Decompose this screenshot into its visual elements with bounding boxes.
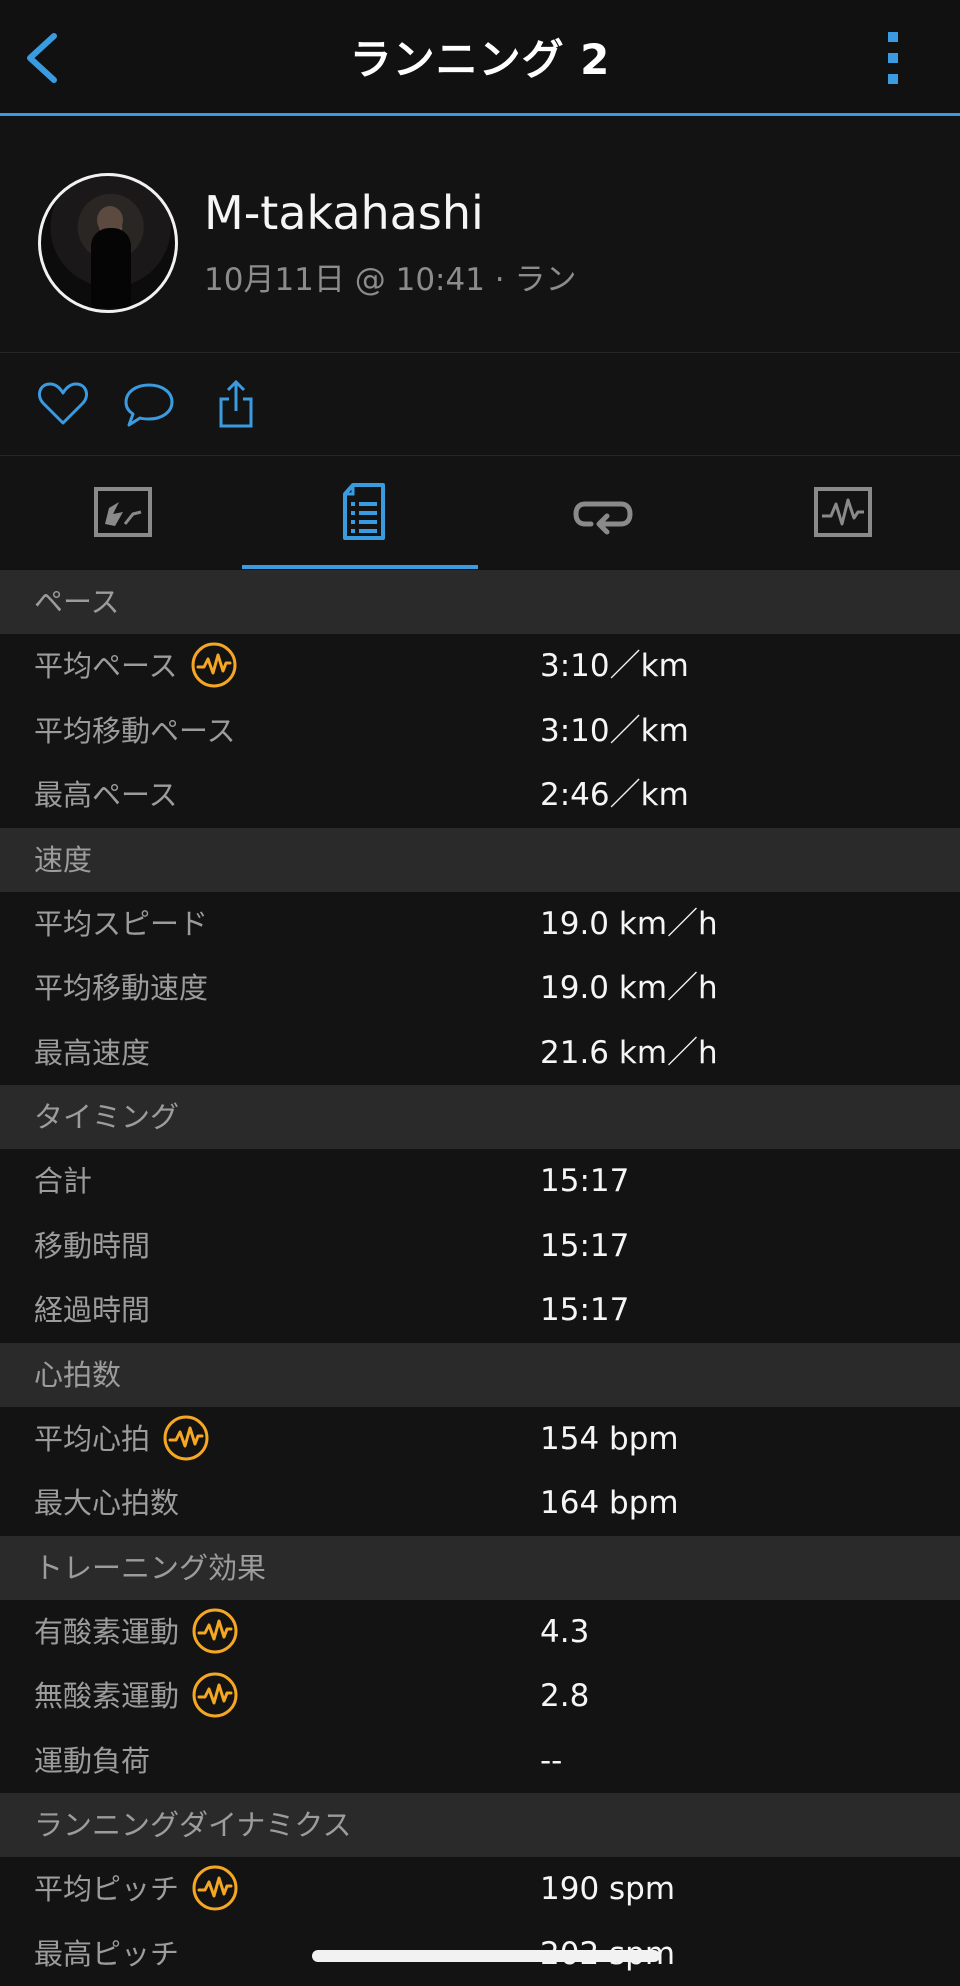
stat-value: 2:46／km [540, 763, 689, 827]
top-bar: ランニング 2 [0, 0, 960, 116]
stats-list[interactable]: ペース平均ペース 3:10／km 平均移動ペース 3:10／km 最高ペース 2:46／k… [0, 570, 960, 1986]
stat-label-text: 平均ピッチ [34, 1872, 179, 1906]
heart-icon [36, 379, 90, 429]
stat-label: 運動負荷 [34, 1729, 150, 1793]
stat-value: 15:17 [540, 1278, 629, 1342]
stat-label-text: 最高ペース [34, 778, 178, 812]
stat-label: 平均心拍 [34, 1407, 210, 1471]
stat-label-text: 平均移動速度 [34, 971, 208, 1005]
stat-label-text: 無酸素運動 [34, 1679, 179, 1713]
stat-value: 15:17 [540, 1149, 629, 1213]
section-header: ペース [0, 570, 960, 634]
user-name[interactable]: M-takahashi [204, 186, 484, 240]
stat-row: 無酸素運動 2.8 [0, 1664, 960, 1729]
stat-value: 19.0 km／h [540, 956, 718, 1020]
stat-row: 平均心拍 154 bpm [0, 1407, 960, 1472]
stat-label: 平均ペース [34, 634, 238, 698]
stat-row: 運動負荷 -- [0, 1729, 960, 1794]
stats-document-icon [337, 482, 397, 542]
stat-label-text: 最高速度 [34, 1036, 150, 1070]
stat-label: 有酸素運動 [34, 1600, 239, 1664]
section-header: トレーニング効果 [0, 1536, 960, 1600]
more-options-button[interactable] [874, 28, 914, 88]
stat-label-text: 平均ペース [34, 649, 178, 683]
heart-rate-badge-icon [190, 641, 238, 689]
section-header: タイミング [0, 1085, 960, 1149]
comment-icon [122, 379, 176, 429]
laps-icon [573, 484, 633, 540]
page-title: ランニング 2 [0, 26, 960, 87]
activity-profile: M-takahashi 10月11日 @ 10:41 · ラン [0, 116, 960, 353]
stat-value: 2.8 [540, 1664, 589, 1728]
stat-label: 平均移動ペース [34, 699, 236, 763]
stat-label: 平均移動速度 [34, 956, 208, 1020]
stat-row: 平均移動速度 19.0 km／h [0, 956, 960, 1021]
stat-label-text: 運動負荷 [34, 1744, 150, 1778]
stat-value: 164 bpm [540, 1471, 679, 1535]
stat-row: 最高速度 21.6 km／h [0, 1021, 960, 1086]
stat-label: 平均スピード [34, 892, 208, 956]
stat-row: 移動時間 15:17 [0, 1214, 960, 1279]
stat-value: 19.0 km／h [540, 892, 718, 956]
stat-label-text: 経過時間 [34, 1293, 150, 1327]
tab-map[interactable] [0, 456, 240, 569]
section-header: 心拍数 [0, 1343, 960, 1407]
share-button[interactable] [210, 379, 264, 429]
stat-label-text: 合計 [34, 1164, 92, 1198]
share-icon [210, 379, 264, 429]
stat-row: 平均ピッチ 190 spm [0, 1857, 960, 1922]
stat-label: 最高ピッチ [34, 1922, 179, 1986]
stat-value: 4.3 [540, 1600, 589, 1664]
stat-value: 15:17 [540, 1214, 629, 1278]
stat-label-text: 平均スピード [34, 907, 208, 941]
vertical-dots-icon [874, 28, 914, 88]
stat-row: 平均移動ペース 3:10／km [0, 699, 960, 764]
stat-label-text: 最高ピッチ [34, 1937, 179, 1971]
stat-label: 移動時間 [34, 1214, 150, 1278]
stat-row: 最大心拍数 164 bpm [0, 1471, 960, 1536]
stat-label-text: 平均移動ペース [34, 714, 236, 748]
stat-value: 190 spm [540, 1857, 675, 1921]
heart-rate-badge-icon [191, 1671, 239, 1719]
like-button[interactable] [36, 379, 90, 429]
stat-label: 経過時間 [34, 1278, 150, 1342]
stat-row: 最高ペース 2:46／km [0, 763, 960, 828]
stat-label: 平均ピッチ [34, 1857, 239, 1921]
stat-row: 合計 15:17 [0, 1149, 960, 1214]
section-header: ランニングダイナミクス [0, 1793, 960, 1857]
tab-charts[interactable] [720, 456, 960, 569]
heart-rate-badge-icon [162, 1414, 210, 1462]
section-header: 速度 [0, 828, 960, 892]
stat-label: 合計 [34, 1149, 92, 1213]
tab-stats[interactable] [240, 456, 480, 569]
stat-label-text: 最大心拍数 [34, 1486, 179, 1520]
stat-label: 最高ペース [34, 763, 178, 827]
heart-rate-badge-icon [191, 1607, 239, 1655]
stat-label: 無酸素運動 [34, 1664, 239, 1728]
stat-label: 最大心拍数 [34, 1471, 179, 1535]
stat-row: 経過時間 15:17 [0, 1278, 960, 1343]
avatar[interactable] [38, 173, 178, 313]
comment-button[interactable] [122, 379, 176, 429]
stat-value: 21.6 km／h [540, 1021, 718, 1085]
stat-value: -- [540, 1729, 562, 1793]
activity-meta: 10月11日 @ 10:41 · ラン [204, 254, 577, 299]
stat-label-text: 移動時間 [34, 1229, 150, 1263]
stat-value: 3:10／km [540, 634, 689, 698]
tab-laps[interactable] [480, 456, 720, 569]
social-actions [0, 353, 960, 456]
stat-value: 154 bpm [540, 1407, 679, 1471]
stat-label: 最高速度 [34, 1021, 150, 1085]
home-indicator[interactable] [312, 1950, 660, 1962]
stat-row: 平均スピード 19.0 km／h [0, 892, 960, 957]
stat-label-text: 有酸素運動 [34, 1615, 179, 1649]
stat-value: 3:10／km [540, 699, 689, 763]
stat-row: 平均ペース 3:10／km [0, 634, 960, 699]
detail-tabs [0, 456, 960, 569]
chart-icon [813, 484, 873, 540]
heart-rate-badge-icon [191, 1864, 239, 1912]
map-icon [93, 484, 153, 540]
stat-row: 有酸素運動 4.3 [0, 1600, 960, 1665]
stat-label-text: 平均心拍 [34, 1422, 150, 1456]
